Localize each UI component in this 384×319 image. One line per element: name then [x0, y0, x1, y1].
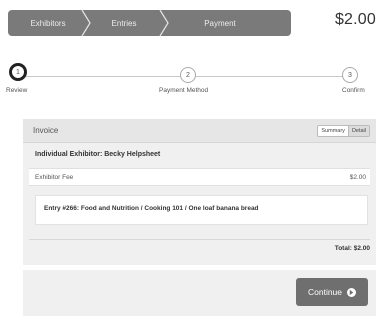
entry-item: Entry #266: Food and Nutrition / Cooking…: [35, 195, 368, 225]
continue-button[interactable]: Continue: [296, 278, 368, 306]
arrow-right-circle-icon: [347, 287, 357, 297]
breadcrumb-item-exhibitors[interactable]: Exhibitors: [14, 10, 82, 36]
invoice-title: Invoice: [33, 126, 59, 135]
action-footer: Continue: [23, 270, 376, 316]
detail-toggle-button[interactable]: Detail: [347, 126, 369, 136]
breadcrumb-item-payment[interactable]: Payment: [166, 10, 274, 36]
step-confirm-indicator: 3: [342, 67, 358, 83]
step-payment-method-indicator: 2: [180, 67, 196, 83]
invoice-header: Invoice Summary Detail: [23, 119, 376, 143]
total-row: Total: $2.00: [29, 239, 370, 257]
continue-label: Continue: [307, 287, 343, 297]
entry-description: Entry #266: Food and Nutrition / Cooking…: [44, 205, 259, 212]
step-confirm-label: Confirm: [342, 87, 365, 94]
breadcrumb-item-entries[interactable]: Entries: [88, 10, 160, 36]
arrow-right-icon: [349, 289, 354, 295]
step-review-indicator: 1: [9, 63, 27, 81]
step-review-label: Review: [6, 87, 28, 94]
view-toggle: Summary Detail: [317, 125, 370, 137]
exhibitor-name: Individual Exhibitor: Becky Helpsheet: [35, 151, 161, 158]
summary-toggle-button[interactable]: Summary: [318, 126, 348, 136]
fee-row: Exhibitor Fee $2.00: [29, 168, 370, 186]
invoice-panel: Invoice Summary Detail Individual Exhibi…: [23, 119, 376, 265]
cart-total: $2.00: [334, 11, 376, 28]
fee-label: Exhibitor Fee: [35, 174, 74, 181]
fee-value: $2.00: [349, 174, 366, 181]
invoice-total: Total: $2.00: [334, 245, 370, 252]
breadcrumb: Exhibitors Entries Payment: [8, 10, 291, 36]
step-payment-method-label: Payment Method: [159, 87, 209, 94]
